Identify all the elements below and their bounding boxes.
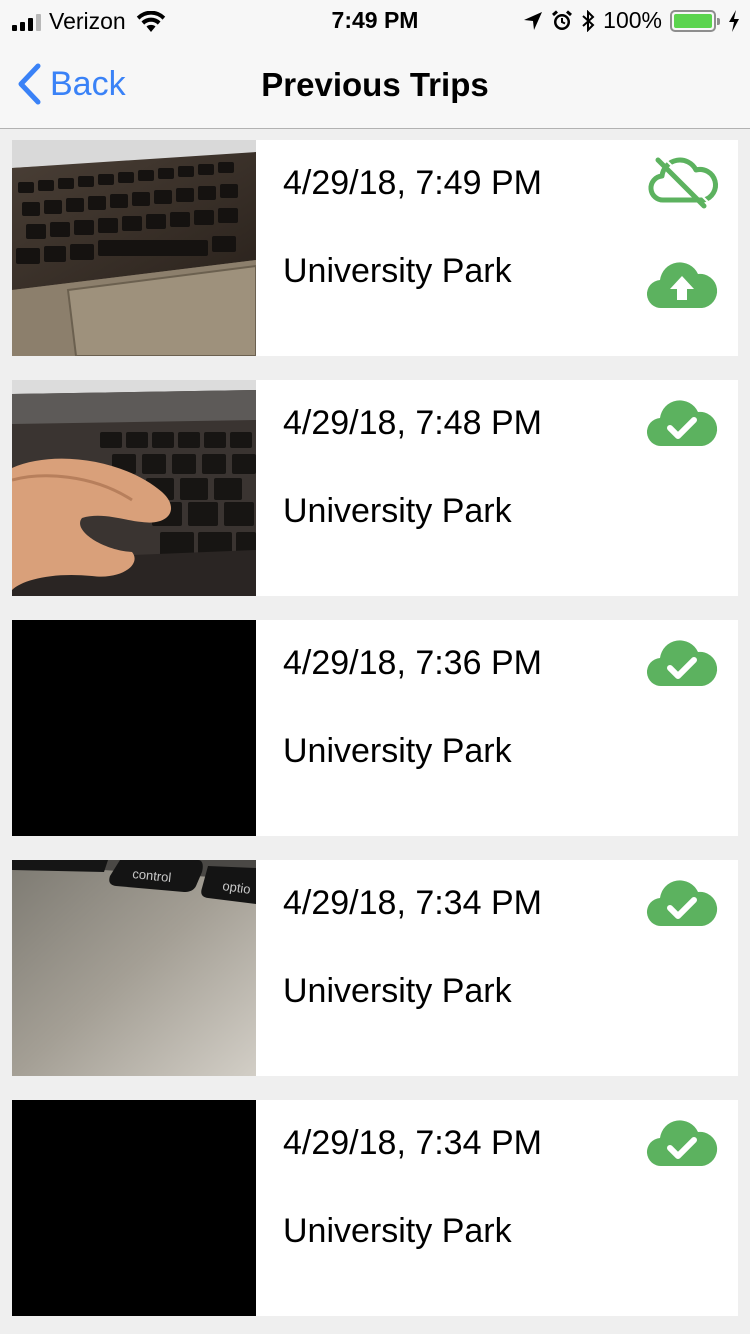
status-right: 100% [523, 7, 740, 34]
black-photo [12, 620, 256, 836]
trip-thumbnail [12, 380, 256, 596]
battery-icon [670, 9, 720, 32]
navigation-bar: Back Previous Trips [0, 40, 750, 129]
trip-row[interactable]: 4/29/18, 7:48 PM University Park [12, 380, 738, 596]
battery-level [674, 13, 712, 28]
charging-bolt-icon [729, 9, 739, 32]
trip-location: University Park [283, 1212, 512, 1250]
trip-thumbnail [12, 140, 256, 356]
trip-location: University Park [283, 492, 512, 530]
trip-date: 4/29/18, 7:36 PM [283, 644, 542, 682]
page-title: Previous Trips [261, 66, 489, 103]
hand-on-keyboard-photo [12, 380, 256, 596]
bluetooth-icon [582, 9, 595, 32]
trip-date: 4/29/18, 7:49 PM [283, 164, 542, 202]
trip-thumbnail [12, 620, 256, 836]
trip-date: 4/29/18, 7:48 PM [283, 404, 542, 442]
location-arrow-icon [524, 11, 543, 30]
trip-location: University Park [283, 732, 512, 770]
cloud-check-icon [644, 874, 720, 930]
cloud-check-icon [644, 1114, 720, 1170]
trip-thumbnail [12, 1100, 256, 1316]
trip-thumbnail: control optio [12, 860, 256, 1076]
trip-date: 4/29/18, 7:34 PM [283, 1124, 542, 1162]
trip-row[interactable]: 4/29/18, 7:49 PM University Park [12, 140, 738, 356]
trip-row[interactable]: 4/29/18, 7:34 PM University Park [12, 1100, 738, 1316]
trip-row[interactable]: 4/29/18, 7:36 PM University Park [12, 620, 738, 836]
alarm-icon [552, 9, 573, 30]
trip-list: 4/29/18, 7:49 PM University Park 4/29/18… [12, 140, 738, 1334]
black-photo [12, 1100, 256, 1316]
cloud-upload-icon[interactable] [644, 256, 720, 312]
laptop-control-key-photo: control optio [12, 860, 256, 1076]
status-bar: Verizon 7:49 PM 100% [0, 0, 750, 40]
trip-location: University Park [283, 252, 512, 290]
trip-date: 4/29/18, 7:34 PM [283, 884, 542, 922]
cloud-check-icon [644, 394, 720, 450]
battery-percent: 100% [603, 7, 662, 33]
cloud-check-icon [644, 634, 720, 690]
keyboard-trackpad-photo [12, 140, 256, 356]
trip-row[interactable]: control optio 4/29/18, 7:34 PM Universit… [12, 860, 738, 1076]
cloud-off-icon [644, 154, 720, 210]
trip-location: University Park [283, 972, 512, 1010]
